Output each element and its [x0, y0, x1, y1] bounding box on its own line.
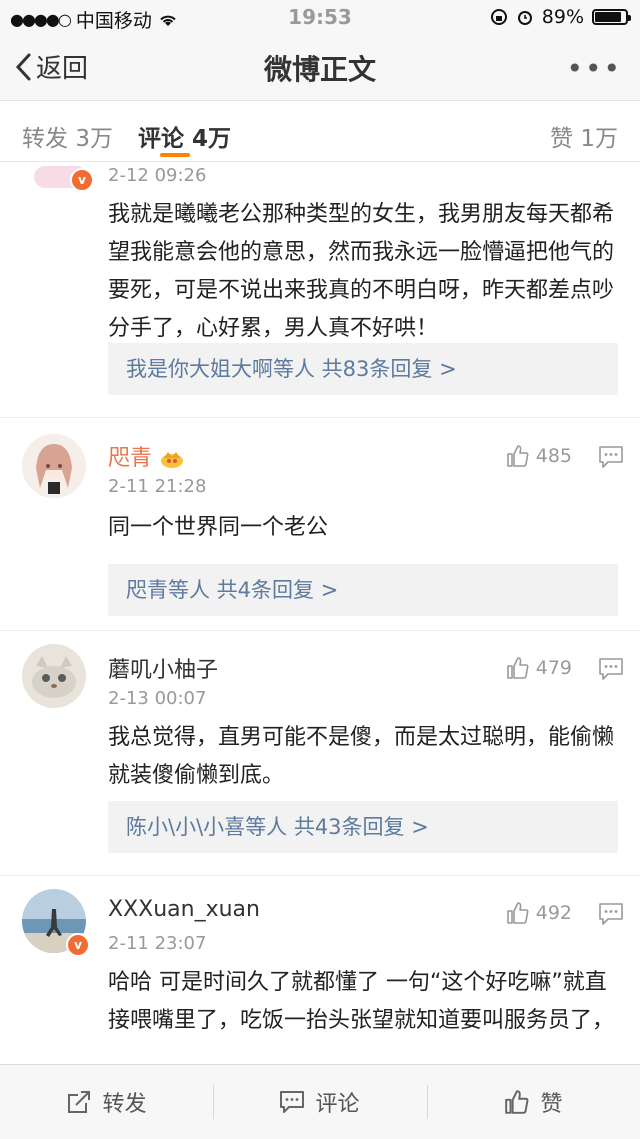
comment-time: 2-11 21:28	[108, 476, 207, 497]
tab-comment-label: 评论	[138, 126, 184, 152]
reply-icon[interactable]	[598, 902, 624, 926]
like-button[interactable]: 479	[506, 656, 572, 680]
comment-text: 我总觉得，直男可能不是傻，而是太过聪明，能偷懒就装傻偷懒到底。	[108, 725, 615, 788]
replies-link[interactable]: 我是你大姐大啊等人 共83条回复 >	[108, 343, 618, 395]
comment-button[interactable]: 评论	[213, 1065, 426, 1139]
reply-icon[interactable]	[598, 445, 624, 469]
alarm-icon	[517, 11, 532, 25]
comment-icon	[280, 1091, 305, 1113]
comment-label: 评论	[315, 1092, 360, 1117]
verified-badge-icon: v	[70, 168, 94, 192]
comment-time: 2-12 09:26	[108, 165, 207, 186]
tab-repost-count: 3万	[75, 126, 113, 152]
comment-item: 蘑叽小柚子 2-13 00:07 479 我总觉得，直男可能不是傻，而是太过聪明…	[0, 630, 640, 876]
tab-repost[interactable]: 转发 3万	[22, 119, 113, 153]
like-count: 485	[535, 445, 572, 467]
like-button[interactable]: 485	[506, 444, 572, 468]
battery-percent: 89%	[541, 6, 584, 28]
active-tab-indicator	[160, 153, 190, 157]
thumbs-up-icon	[506, 445, 529, 467]
like-button[interactable]: 492	[506, 901, 572, 925]
status-right: 89%	[490, 6, 631, 28]
comment-item: v XXXuan_xuan 2-11 23:07 492 哈哈 可是时间久了就都…	[0, 875, 640, 1064]
comment-text: 我就是曦曦老公那种类型的女生，我男朋友每天都希望我能意会他的意思，然而我永远一脸…	[108, 202, 615, 341]
comment-time: 2-13 00:07	[108, 688, 207, 709]
comment-author[interactable]: XXXuan_xuan	[108, 897, 260, 922]
avatar-image	[22, 644, 86, 708]
tab-like[interactable]: 赞 1万	[550, 119, 618, 153]
comment-text: 哈哈 可是时间久了就都懂了 一句“这个好吃嘛”就直接喂嘴里了，吃饭一抬头张望就知…	[108, 970, 615, 1033]
reply-icon[interactable]	[598, 657, 624, 681]
tab-like-label: 赞	[550, 126, 574, 152]
tab-bar: 转发 3万 评论 4万 赞 1万	[0, 101, 640, 162]
tab-repost-label: 转发	[22, 126, 68, 152]
repost-button[interactable]: 转发	[0, 1065, 213, 1139]
like-toolbar-button[interactable]: 赞	[427, 1065, 640, 1139]
share-icon	[68, 1091, 91, 1113]
like-label: 赞	[540, 1092, 563, 1117]
more-options-icon[interactable]: •••	[566, 52, 622, 85]
thumbs-up-icon	[506, 657, 529, 679]
repost-label: 转发	[102, 1092, 147, 1117]
like-count: 479	[535, 657, 572, 679]
tab-comment[interactable]: 评论 4万	[138, 119, 231, 153]
vip-crown-icon	[161, 452, 184, 468]
rotation-lock-icon	[490, 9, 507, 25]
comment-item: v 2-12 09:26 我就是曦曦老公那种类型的女生，我男朋友每天都希望我能意…	[0, 162, 640, 418]
tab-comment-count: 4万	[192, 126, 232, 152]
page-title: 微博正文	[263, 53, 376, 86]
avatar-image	[22, 434, 86, 498]
avatar[interactable]	[22, 434, 86, 498]
like-count: 492	[535, 902, 572, 924]
thumbs-up-icon	[505, 1090, 529, 1114]
replies-link[interactable]: 咫青等人 共4条回复 >	[108, 564, 618, 616]
battery-icon	[592, 9, 631, 25]
comment-author[interactable]: 蘑叽小柚子	[108, 652, 218, 684]
bottom-toolbar: 转发 评论 赞	[0, 1064, 640, 1139]
status-bar: ●●●●○ 中国移动 19:53 89%	[0, 0, 640, 34]
tab-like-count: 1万	[580, 126, 618, 152]
comment-item: 咫青 2-11 21:28 485 同一个世界同一个老公 咫青等人 共4条回复 …	[0, 418, 640, 631]
replies-link[interactable]: 陈小\小\小喜等人 共43条回复 >	[108, 801, 618, 853]
thumbs-up-icon	[506, 902, 529, 924]
avatar[interactable]	[22, 644, 86, 708]
comment-list[interactable]: v 2-12 09:26 我就是曦曦老公那种类型的女生，我男朋友每天都希望我能意…	[0, 162, 640, 1064]
verified-badge-icon: v	[66, 933, 90, 957]
comment-author[interactable]: 咫青	[108, 440, 185, 472]
comment-author-name: 咫青	[108, 446, 153, 471]
nav-bar: 返回 微博正文 •••	[0, 34, 640, 101]
comment-time: 2-11 23:07	[108, 933, 207, 954]
comment-text: 同一个世界同一个老公	[108, 515, 329, 540]
